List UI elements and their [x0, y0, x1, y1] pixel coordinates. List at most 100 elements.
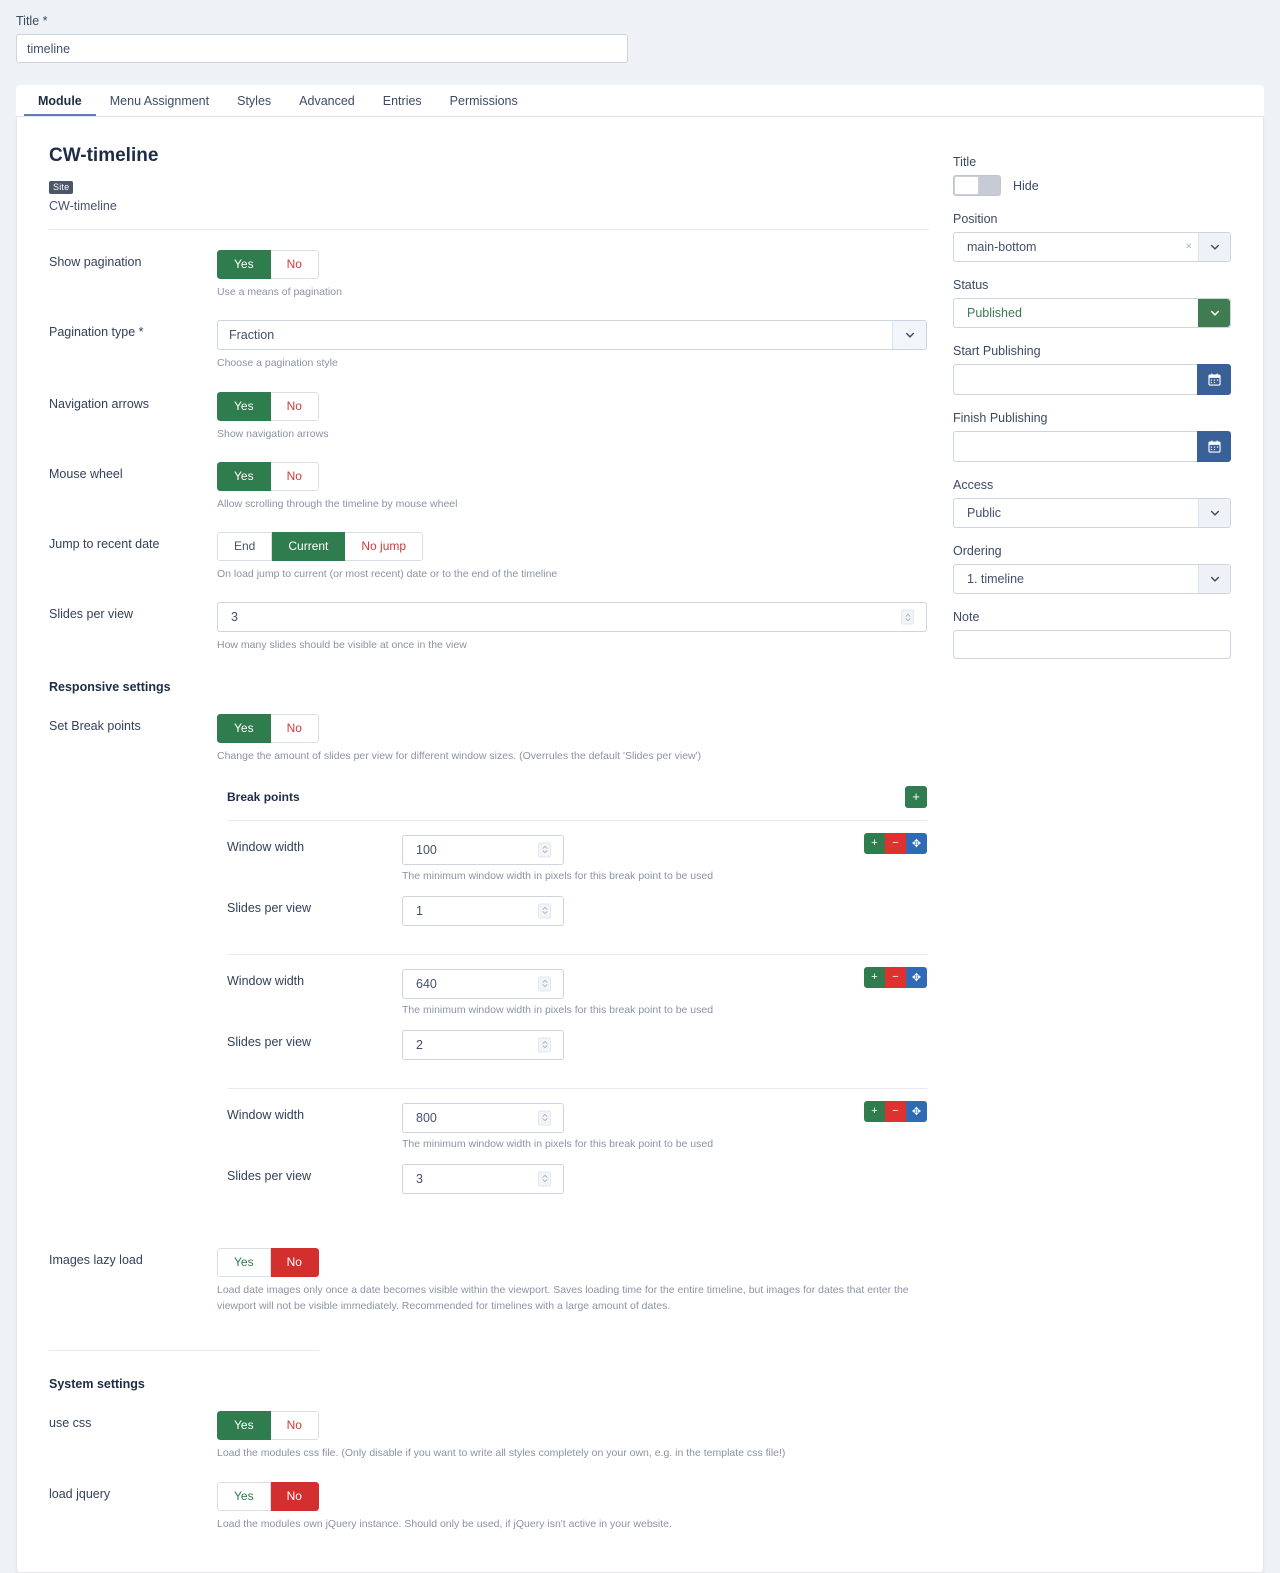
load-jquery-yes[interactable]: Yes — [217, 1482, 271, 1511]
start-publishing-field — [953, 364, 1231, 395]
bp-slides-per-view-value: 1 — [403, 904, 423, 918]
pagination-type-select[interactable]: Fraction — [217, 320, 927, 350]
minus-icon[interactable]: − — [885, 833, 906, 854]
load-jquery-label: load jquery — [49, 1482, 217, 1501]
tab-menu-assignment[interactable]: Menu Assignment — [96, 88, 223, 117]
slides-per-view-value: 3 — [218, 610, 238, 624]
tab-module[interactable]: Module — [24, 88, 96, 117]
module-scope: Site — [49, 177, 947, 195]
window-width-value: 800 — [403, 1111, 437, 1125]
mouse-wheel-toggle[interactable]: Yes No — [217, 462, 319, 491]
chevron-down-icon[interactable] — [1198, 565, 1230, 593]
chevron-down-icon[interactable] — [1198, 233, 1230, 261]
images-lazy-load-no[interactable]: No — [271, 1248, 319, 1277]
jump-option-end[interactable]: End — [217, 532, 272, 561]
tab-styles[interactable]: Styles — [223, 88, 285, 117]
show-pagination-toggle[interactable]: Yes No — [217, 250, 319, 279]
set-break-points-yes[interactable]: Yes — [217, 714, 271, 743]
chevron-down-icon[interactable] — [892, 321, 926, 349]
images-lazy-load-yes[interactable]: Yes — [217, 1248, 271, 1277]
finish-publishing-input[interactable] — [953, 431, 1197, 462]
number-spinner-icon[interactable] — [538, 1037, 551, 1052]
title-hide-toggle[interactable] — [953, 175, 1001, 196]
title-input[interactable] — [16, 34, 628, 63]
tab-advanced[interactable]: Advanced — [285, 88, 369, 117]
minus-icon[interactable]: − — [885, 967, 906, 988]
jump-option-current[interactable]: Current — [272, 532, 345, 561]
chevron-down-icon[interactable] — [1198, 299, 1230, 327]
ordering-select[interactable]: 1. timeline — [953, 564, 1231, 594]
tab-entries[interactable]: Entries — [369, 88, 436, 117]
bp-slides-per-view-input[interactable]: 2 — [402, 1030, 564, 1060]
jump-to-recent-date-toggle[interactable]: End Current No jump — [217, 532, 423, 561]
close-icon[interactable]: × — [1186, 242, 1192, 253]
number-spinner-icon[interactable] — [538, 903, 551, 918]
number-spinner-icon[interactable] — [538, 1110, 551, 1125]
use-css-no[interactable]: No — [271, 1411, 319, 1440]
bp-slides-per-view-label: Slides per view — [227, 896, 402, 915]
jump-to-recent-date-help: On load jump to current (or most recent)… — [217, 566, 923, 582]
navigation-arrows-no[interactable]: No — [271, 392, 319, 421]
window-width-input[interactable]: 800 — [402, 1103, 564, 1133]
bp-slides-per-view-label: Slides per view — [227, 1164, 402, 1183]
access-label: Access — [953, 478, 1247, 492]
mouse-wheel-no[interactable]: No — [271, 462, 319, 491]
number-spinner-icon[interactable] — [538, 1171, 551, 1186]
bp-slides-per-view-input[interactable]: 1 — [402, 896, 564, 926]
access-select[interactable]: Public — [953, 498, 1231, 528]
show-pagination-no[interactable]: No — [271, 250, 319, 279]
use-css-toggle[interactable]: Yes No — [217, 1411, 319, 1440]
sidebar-panel: Title Hide Position main-bottom × — [947, 133, 1247, 675]
move-icon[interactable]: ✥ — [906, 1101, 927, 1122]
show-pagination-yes[interactable]: Yes — [217, 250, 271, 279]
mouse-wheel-label: Mouse wheel — [49, 462, 217, 481]
move-icon[interactable]: ✥ — [906, 833, 927, 854]
position-select[interactable]: main-bottom × — [953, 232, 1231, 262]
plus-icon[interactable]: + — [864, 1101, 885, 1122]
sidebar-ordering-group: Ordering 1. timeline — [953, 544, 1247, 594]
plus-icon[interactable]: + — [864, 967, 885, 988]
slides-per-view-help: How many slides should be visible at onc… — [217, 637, 923, 653]
bp-slides-per-view-input[interactable]: 3 — [402, 1164, 564, 1194]
note-label: Note — [953, 610, 1247, 624]
use-css-yes[interactable]: Yes — [217, 1411, 271, 1440]
mouse-wheel-yes[interactable]: Yes — [217, 462, 271, 491]
start-publishing-input[interactable] — [953, 364, 1197, 395]
status-select[interactable]: Published — [953, 298, 1231, 328]
set-break-points-toggle[interactable]: Yes No — [217, 714, 319, 743]
set-break-points-no[interactable]: No — [271, 714, 319, 743]
load-jquery-no[interactable]: No — [271, 1482, 319, 1511]
chevron-down-icon[interactable] — [1198, 499, 1230, 527]
sidebar-position-group: Position main-bottom × — [953, 212, 1247, 262]
system-settings-divider — [49, 1350, 319, 1351]
mouse-wheel-help: Allow scrolling through the timeline by … — [217, 496, 923, 512]
load-jquery-toggle[interactable]: Yes No — [217, 1482, 319, 1511]
bp-slides-per-view-value: 3 — [403, 1172, 423, 1186]
plus-icon[interactable]: + — [864, 833, 885, 854]
minus-icon[interactable]: − — [885, 1101, 906, 1122]
note-input[interactable] — [953, 630, 1231, 659]
title-label: Title * — [16, 14, 1280, 28]
show-pagination-label: Show pagination — [49, 250, 217, 269]
navigation-arrows-toggle[interactable]: Yes No — [217, 392, 319, 421]
number-spinner-icon[interactable] — [901, 610, 914, 625]
window-width-input[interactable]: 100 — [402, 835, 564, 865]
images-lazy-load-toggle[interactable]: Yes No — [217, 1248, 319, 1277]
bp-slides-per-view-label: Slides per view — [227, 1030, 402, 1049]
tab-permissions[interactable]: Permissions — [436, 88, 532, 117]
field-load-jquery: load jquery Yes No Load the modules own … — [49, 1482, 947, 1532]
number-spinner-icon[interactable] — [538, 976, 551, 991]
calendar-icon[interactable] — [1197, 364, 1231, 395]
toggle-knob — [954, 176, 979, 195]
number-spinner-icon[interactable] — [538, 842, 551, 857]
load-jquery-help: Load the modules own jQuery instance. Sh… — [217, 1516, 923, 1532]
calendar-icon[interactable] — [1197, 431, 1231, 462]
navigation-arrows-yes[interactable]: Yes — [217, 392, 271, 421]
add-break-point-button[interactable]: + — [905, 786, 927, 808]
finish-publishing-label: Finish Publishing — [953, 411, 1247, 425]
window-width-input[interactable]: 640 — [402, 969, 564, 999]
move-icon[interactable]: ✥ — [906, 967, 927, 988]
slides-per-view-input[interactable]: 3 — [217, 602, 927, 632]
module-heading: CW-timeline — [49, 145, 947, 167]
jump-option-no-jump[interactable]: No jump — [345, 532, 423, 561]
